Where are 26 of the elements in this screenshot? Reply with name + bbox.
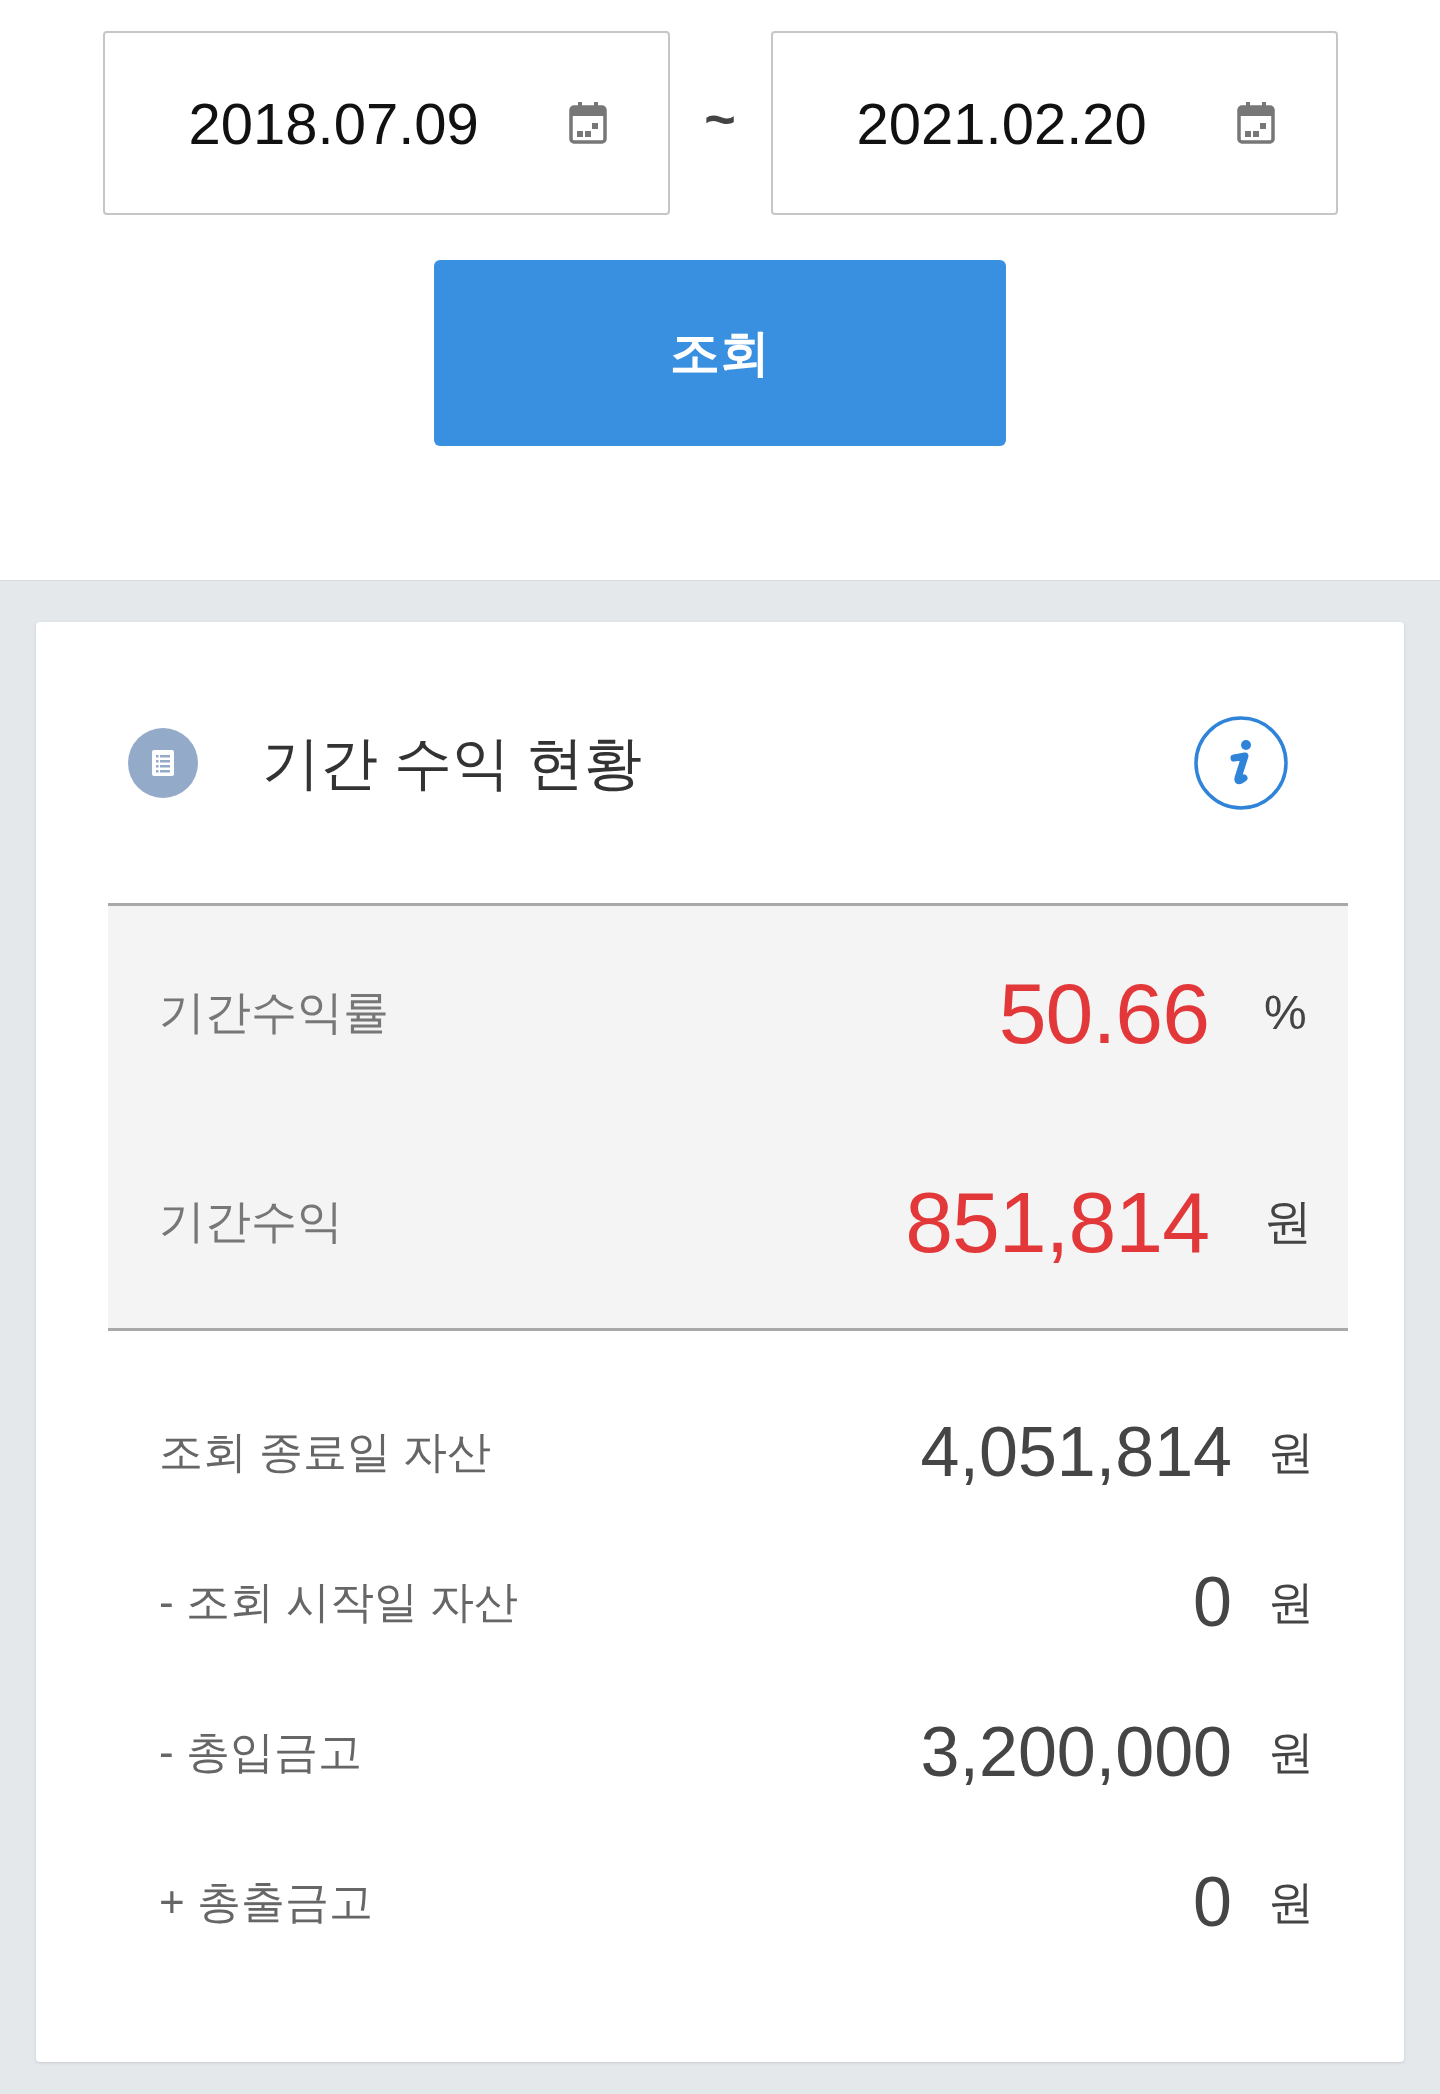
unit-label: 원 — [1268, 1424, 1314, 1480]
calendar-icon[interactable] — [1235, 101, 1276, 145]
info-icon[interactable] — [1194, 715, 1288, 810]
breakdown-label: 조회 종료일 자산 — [159, 1426, 493, 1478]
summary-value: 50.66 — [998, 969, 1209, 1056]
date-field[interactable]: 2021.02.20 — [770, 31, 1338, 215]
unit-label: % — [1264, 984, 1308, 1041]
document-list-icon — [128, 727, 198, 798]
summary-value: 851,814 — [905, 1178, 1209, 1265]
breakdown-value: 3,200,000 — [920, 1717, 1232, 1787]
range-separator: ~ — [704, 92, 736, 151]
date-field[interactable]: 2018.07.09 — [102, 31, 670, 215]
summary-label: 기간수익률 — [159, 985, 390, 1040]
section-title: 기간 수익 현황 — [262, 729, 644, 797]
unit-label: 원 — [1268, 1874, 1314, 1930]
breakdown-value: 0 — [1193, 1567, 1232, 1637]
unit-label: 원 — [1264, 1193, 1313, 1250]
summary-label: 기간수익 — [159, 1194, 344, 1249]
unit-label: 원 — [1268, 1724, 1314, 1780]
breakdown-value: 0 — [1193, 1867, 1232, 1937]
breakdown-label: - 조회 시작일 자산 — [159, 1576, 520, 1628]
breakdown-label: - 총입금고 — [159, 1726, 363, 1778]
breakdown-label: + 총출금고 — [159, 1876, 374, 1928]
calendar-icon[interactable] — [567, 101, 608, 145]
breakdown-value: 4,051,814 — [920, 1417, 1232, 1487]
unit-label: 원 — [1268, 1574, 1314, 1630]
